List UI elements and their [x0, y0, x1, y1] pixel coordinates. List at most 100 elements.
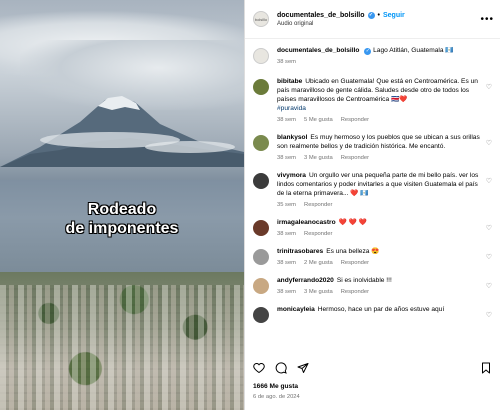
audio-label[interactable]: Audio original — [277, 21, 480, 27]
post-location[interactable]: Lago Atitlán, Guatemala 🇬🇹 — [373, 47, 453, 54]
dot-separator: • — [377, 11, 380, 19]
avatar[interactable] — [253, 79, 269, 95]
reply-button[interactable]: Responder — [341, 155, 369, 161]
comment-content: Un orgullo ver una pequeña parte de mi b… — [277, 172, 479, 197]
comment-meta: 38 sem 3 Me gusta Responder — [277, 289, 480, 295]
comment-like-icon[interactable]: ♡ — [486, 282, 492, 290]
comment-like-icon[interactable]: ♡ — [486, 311, 492, 319]
comment-time[interactable]: 38 sem — [277, 231, 296, 237]
post-time[interactable]: 38 sem — [277, 59, 296, 65]
comment-text: andyferrando2020 Si es inolvidable !!! — [277, 276, 480, 285]
avatar-text: bolsillo — [254, 16, 268, 22]
comment-username[interactable]: bibitabe — [277, 78, 302, 85]
caption-meta: 38 sem — [277, 59, 480, 65]
comment-body: blankysol Es muy hermoso y los pueblos qu… — [277, 133, 492, 161]
comment-username[interactable]: blankysol — [277, 134, 307, 141]
reply-button[interactable]: Responder — [304, 202, 332, 208]
comment-body: bibitabe Ubicado en Guatemala! Que está e… — [277, 77, 492, 123]
comment-username[interactable]: andyferrando2020 — [277, 277, 334, 284]
comment-likes[interactable]: 3 Me gusta — [304, 289, 333, 295]
comment-like-icon[interactable]: ♡ — [486, 253, 492, 261]
avatar[interactable] — [253, 220, 269, 236]
post-date: 6 de ago. de 2024 — [253, 394, 300, 400]
comment-likes[interactable]: 5 Me gusta — [304, 117, 333, 123]
header-text: documentales_de_bolsillo ✓ • Seguir Audi… — [277, 11, 480, 27]
avatar[interactable] — [253, 135, 269, 151]
comment-time[interactable]: 38 sem — [277, 117, 296, 123]
verified-badge-icon: ✓ — [367, 11, 375, 19]
comment-time[interactable]: 38 sem — [277, 260, 296, 266]
caption-username[interactable]: documentales_de_bolsillo — [277, 47, 359, 54]
avatar[interactable] — [253, 278, 269, 294]
comment-username[interactable]: vivymora — [277, 172, 306, 179]
comment-body: irmagaleanocastro ❤️ ❤️ ❤️ 38 sem Responder — [277, 218, 492, 237]
avatar[interactable] — [253, 249, 269, 265]
comment-body: vivymora Un orgullo ver una pequeña parte… — [277, 171, 492, 208]
post-video[interactable]: Rodeado de imponentes — [0, 0, 244, 410]
comment-like-icon[interactable]: ♡ — [486, 177, 492, 185]
caption-text: documentales_de_bolsillo ✓ Lago Atitlán,… — [277, 46, 480, 55]
comment-content: Ubicado en Guatemala! Que está en Centro… — [277, 78, 478, 103]
post-side-panel: bolsillo documentales_de_bolsillo ✓ • Se… — [244, 0, 500, 410]
reply-button[interactable]: Responder — [341, 117, 369, 123]
comments-list[interactable]: documentales_de_bolsillo ✓ Lago Atitlán,… — [245, 40, 500, 352]
comment-like-icon[interactable]: ♡ — [486, 83, 492, 91]
comment-text: blankysol Es muy hermoso y los pueblos qu… — [277, 133, 480, 151]
town-houses — [0, 285, 244, 410]
comment-rows: bibitabe Ubicado en Guatemala! Que está e… — [245, 77, 500, 323]
comment-time[interactable]: 38 sem — [277, 155, 296, 161]
caption-line: de imponentes — [65, 220, 179, 237]
header-user-line: documentales_de_bolsillo ✓ • Seguir — [277, 11, 480, 19]
comment-item: monicayleia Hermoso, hace un par de años … — [245, 305, 500, 323]
comment-meta: 38 sem Responder — [277, 231, 480, 237]
comment-meta: 35 sem Responder — [277, 202, 480, 208]
post-viewer: Rodeado de imponentes bolsillo documenta… — [0, 0, 500, 410]
comment-likes[interactable]: 3 Me gusta — [304, 155, 333, 161]
comment-like-icon[interactable]: ♡ — [486, 224, 492, 232]
comment-icon[interactable] — [275, 362, 287, 374]
header-username[interactable]: documentales_de_bolsillo — [277, 12, 365, 19]
heart-icon[interactable] — [253, 362, 265, 374]
reply-button[interactable]: Responder — [341, 260, 369, 266]
comment-time[interactable]: 38 sem — [277, 289, 296, 295]
comment-content: Hermoso, hace un par de años estuve aquí — [317, 306, 445, 313]
more-icon[interactable]: ••• — [480, 14, 494, 25]
share-icon[interactable] — [297, 362, 309, 374]
comment-text: bibitabe Ubicado en Guatemala! Que está e… — [277, 77, 480, 113]
likes-count[interactable]: 1666 Me gusta — [253, 383, 298, 390]
follow-button[interactable]: Seguir — [383, 12, 405, 19]
comment-likes[interactable]: 2 Me gusta — [304, 260, 333, 266]
caption-line: Rodeado — [87, 201, 157, 218]
comment-text: monicayleia Hermoso, hace un par de años … — [277, 305, 480, 314]
comment-item: irmagaleanocastro ❤️ ❤️ ❤️ 38 sem Responder… — [245, 218, 500, 237]
comment-item: vivymora Un orgullo ver una pequeña parte… — [245, 171, 500, 208]
avatar[interactable] — [253, 48, 269, 64]
comment-text: trinitrasobares Es una belleza 😍 — [277, 247, 480, 256]
bookmark-icon[interactable] — [480, 362, 492, 374]
comment-body: andyferrando2020 Si es inolvidable !!! 38 … — [277, 276, 492, 295]
video-caption: Rodeado de imponentes — [0, 200, 244, 238]
avatar[interactable]: bolsillo — [253, 11, 269, 27]
caption-body: documentales_de_bolsillo ✓ Lago Atitlán,… — [277, 46, 492, 65]
comment-username[interactable]: trinitrasobares — [277, 248, 323, 255]
reply-button[interactable]: Responder — [341, 289, 369, 295]
comment-meta: 38 sem 3 Me gusta Responder — [277, 155, 480, 161]
avatar[interactable] — [253, 173, 269, 189]
comment-username[interactable]: irmagaleanocastro — [277, 219, 336, 226]
post-header: bolsillo documentales_de_bolsillo ✓ • Se… — [245, 0, 500, 39]
caption-row: documentales_de_bolsillo ✓ Lago Atitlán,… — [245, 46, 500, 65]
comment-content: ❤️ ❤️ ❤️ — [338, 219, 367, 226]
comment-text: irmagaleanocastro ❤️ ❤️ ❤️ — [277, 218, 480, 227]
comment-like-icon[interactable]: ♡ — [486, 139, 492, 147]
comment-content: Si es inolvidable !!! — [336, 277, 392, 284]
comment-username[interactable]: monicayleia — [277, 306, 315, 313]
verified-badge-icon: ✓ — [364, 48, 372, 55]
action-bar — [253, 360, 492, 376]
comment-time[interactable]: 35 sem — [277, 202, 296, 208]
comment-meta: 38 sem 2 Me gusta Responder — [277, 260, 480, 266]
comment-text: vivymora Un orgullo ver una pequeña parte… — [277, 171, 480, 198]
avatar[interactable] — [253, 307, 269, 323]
comment-hashtag[interactable]: #puravida — [277, 104, 480, 113]
comment-content: Es muy hermoso y los pueblos que se ubic… — [277, 134, 480, 150]
reply-button[interactable]: Responder — [304, 231, 332, 237]
